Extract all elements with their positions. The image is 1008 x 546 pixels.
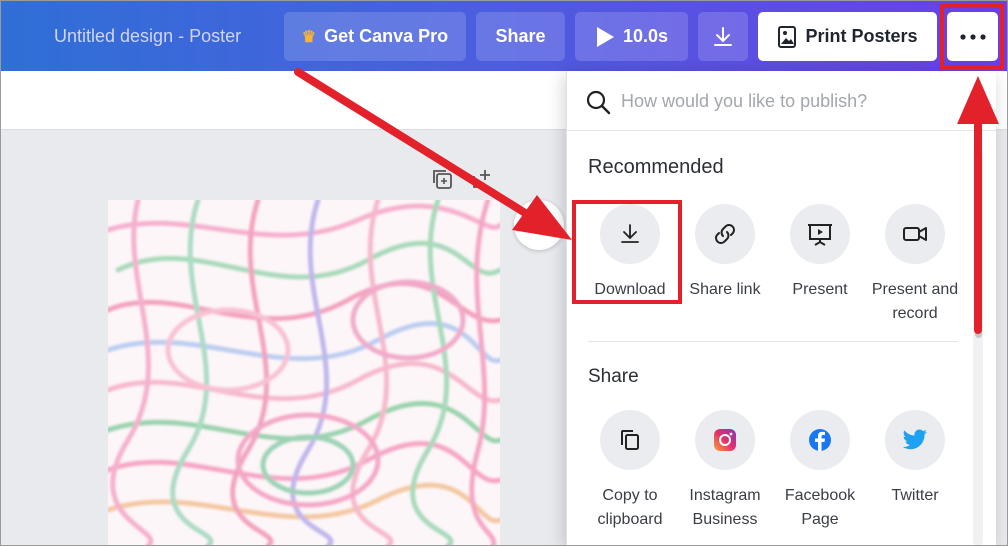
document-title[interactable]: Untitled design - Poster <box>54 26 241 47</box>
print-posters-button[interactable]: Print Posters <box>758 12 937 61</box>
twitter-option-circle <box>885 410 945 470</box>
publish-search-row <box>567 71 996 131</box>
share-link-option-circle <box>695 204 755 264</box>
publish-search-input[interactable] <box>621 85 961 117</box>
present-and-record-option-label: Present and record <box>871 281 959 322</box>
facebook-option-circle <box>790 410 850 470</box>
poster-icon <box>778 25 797 48</box>
present-icon <box>808 224 832 246</box>
duration-label: 10.0s <box>622 26 669 46</box>
instagram-option-circle <box>695 410 755 470</box>
download-icon <box>714 26 732 46</box>
add-page-icon[interactable] <box>471 168 493 190</box>
publish-panel: Recommended Download Share link Present <box>566 71 996 546</box>
search-icon <box>586 90 611 115</box>
present-and-record-option[interactable]: Present and record <box>867 204 963 326</box>
download-option[interactable]: Download <box>582 204 678 302</box>
recommended-heading: Recommended <box>588 156 724 178</box>
download-icon <box>621 224 639 243</box>
crown-icon: ♛ <box>301 28 317 46</box>
share-heading: Share <box>588 366 639 387</box>
present-and-record-option-circle <box>885 204 945 264</box>
share-link-option-label: Share link <box>689 281 761 298</box>
design-artboard[interactable] <box>108 200 500 546</box>
copy-option-label: Copy to clipboard <box>597 487 663 528</box>
facebook-page-option[interactable]: Facebook Page <box>772 410 868 532</box>
camera-icon <box>903 227 927 241</box>
share-button[interactable]: Share <box>476 12 565 61</box>
canvas-side-handle[interactable] <box>514 200 564 250</box>
link-icon <box>715 224 735 244</box>
present-option-circle <box>790 204 850 264</box>
share-link-option[interactable]: Share link <box>677 204 773 302</box>
twitter-icon <box>902 429 928 450</box>
more-dots-icon <box>959 33 986 40</box>
artwork-image <box>108 200 500 546</box>
instagram-icon <box>714 429 736 451</box>
print-posters-label: Print Posters <box>805 26 918 46</box>
panel-scrollbar-thumb[interactable] <box>975 152 982 338</box>
play-duration-button[interactable]: 10.0s <box>575 12 688 61</box>
more-options-button[interactable] <box>947 12 998 61</box>
facebook-option-label: Facebook Page <box>784 487 856 528</box>
duplicate-page-icon[interactable] <box>431 168 453 190</box>
copy-to-clipboard-option[interactable]: Copy to clipboard <box>582 410 678 532</box>
present-option[interactable]: Present <box>772 204 868 302</box>
get-canva-pro-button[interactable]: ♛ Get Canva Pro <box>284 12 466 61</box>
copy-option-circle <box>600 410 660 470</box>
section-divider <box>588 341 958 342</box>
share-label: Share <box>495 26 546 46</box>
get-canva-pro-label: Get Canva Pro <box>324 26 449 46</box>
play-icon <box>596 26 614 47</box>
instagram-option-label: Instagram Business <box>689 487 761 528</box>
instagram-business-option[interactable]: Instagram Business <box>677 410 773 532</box>
twitter-option-label: Twitter <box>891 487 939 504</box>
twitter-option[interactable]: Twitter <box>867 410 963 508</box>
download-option-circle <box>600 204 660 264</box>
facebook-icon <box>809 429 831 451</box>
present-option-label: Present <box>792 281 848 298</box>
copy-icon <box>621 430 639 450</box>
download-button[interactable] <box>698 12 748 61</box>
download-option-label: Download <box>594 281 666 298</box>
top-bar: Untitled design - Poster ♛ Get Canva Pro… <box>0 0 1008 71</box>
page-tools <box>431 168 493 190</box>
